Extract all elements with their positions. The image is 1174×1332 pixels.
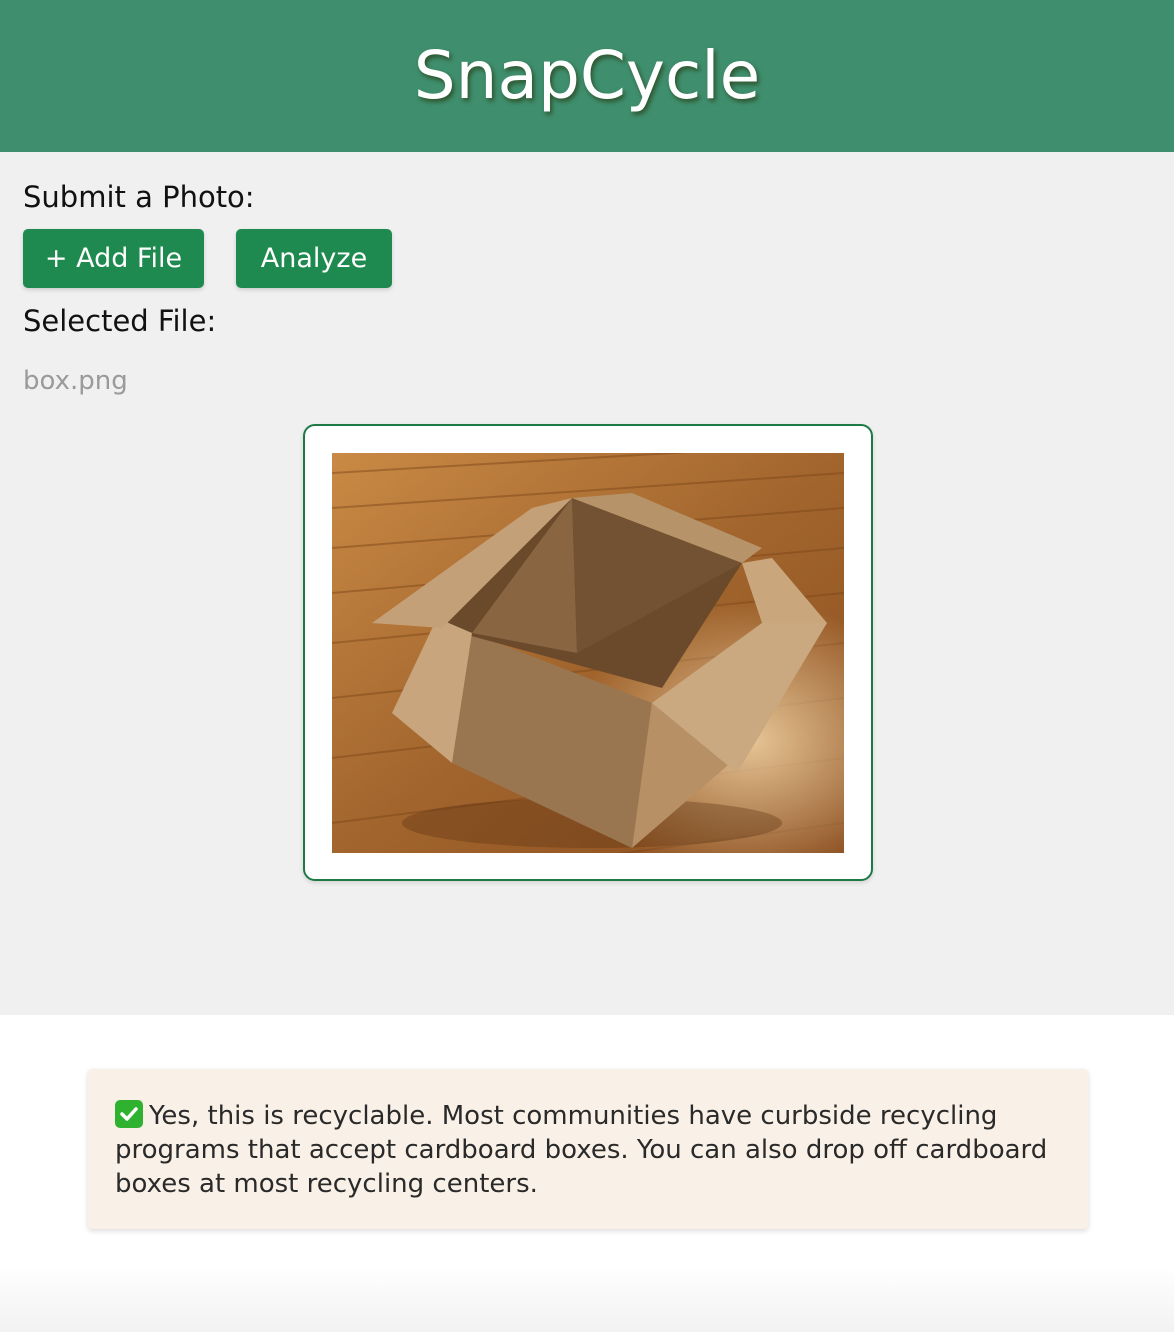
result-card: Yes, this is recyclable. Most communitie… <box>88 1069 1088 1229</box>
cardboard-box-photo <box>332 453 844 853</box>
preview-image <box>332 453 844 853</box>
result-section: Yes, this is recyclable. Most communitie… <box>0 1015 1174 1332</box>
check-mark-icon <box>115 1100 143 1128</box>
result-message: Yes, this is recyclable. Most communitie… <box>115 1101 1048 1199</box>
analyze-button[interactable]: Analyze <box>236 229 392 288</box>
selected-file-label: Selected File: <box>23 304 217 338</box>
submit-photo-label: Submit a Photo: <box>23 180 255 214</box>
result-text: Yes, this is recyclable. Most communitie… <box>115 1099 1075 1201</box>
app-title: SnapCycle <box>413 36 761 114</box>
image-preview-card <box>303 424 873 881</box>
upload-section: Submit a Photo: + Add File Analyze Selec… <box>0 152 1174 1015</box>
selected-filename: box.png <box>23 366 128 396</box>
app-header: SnapCycle <box>0 0 1174 152</box>
add-file-button[interactable]: + Add File <box>23 229 204 288</box>
